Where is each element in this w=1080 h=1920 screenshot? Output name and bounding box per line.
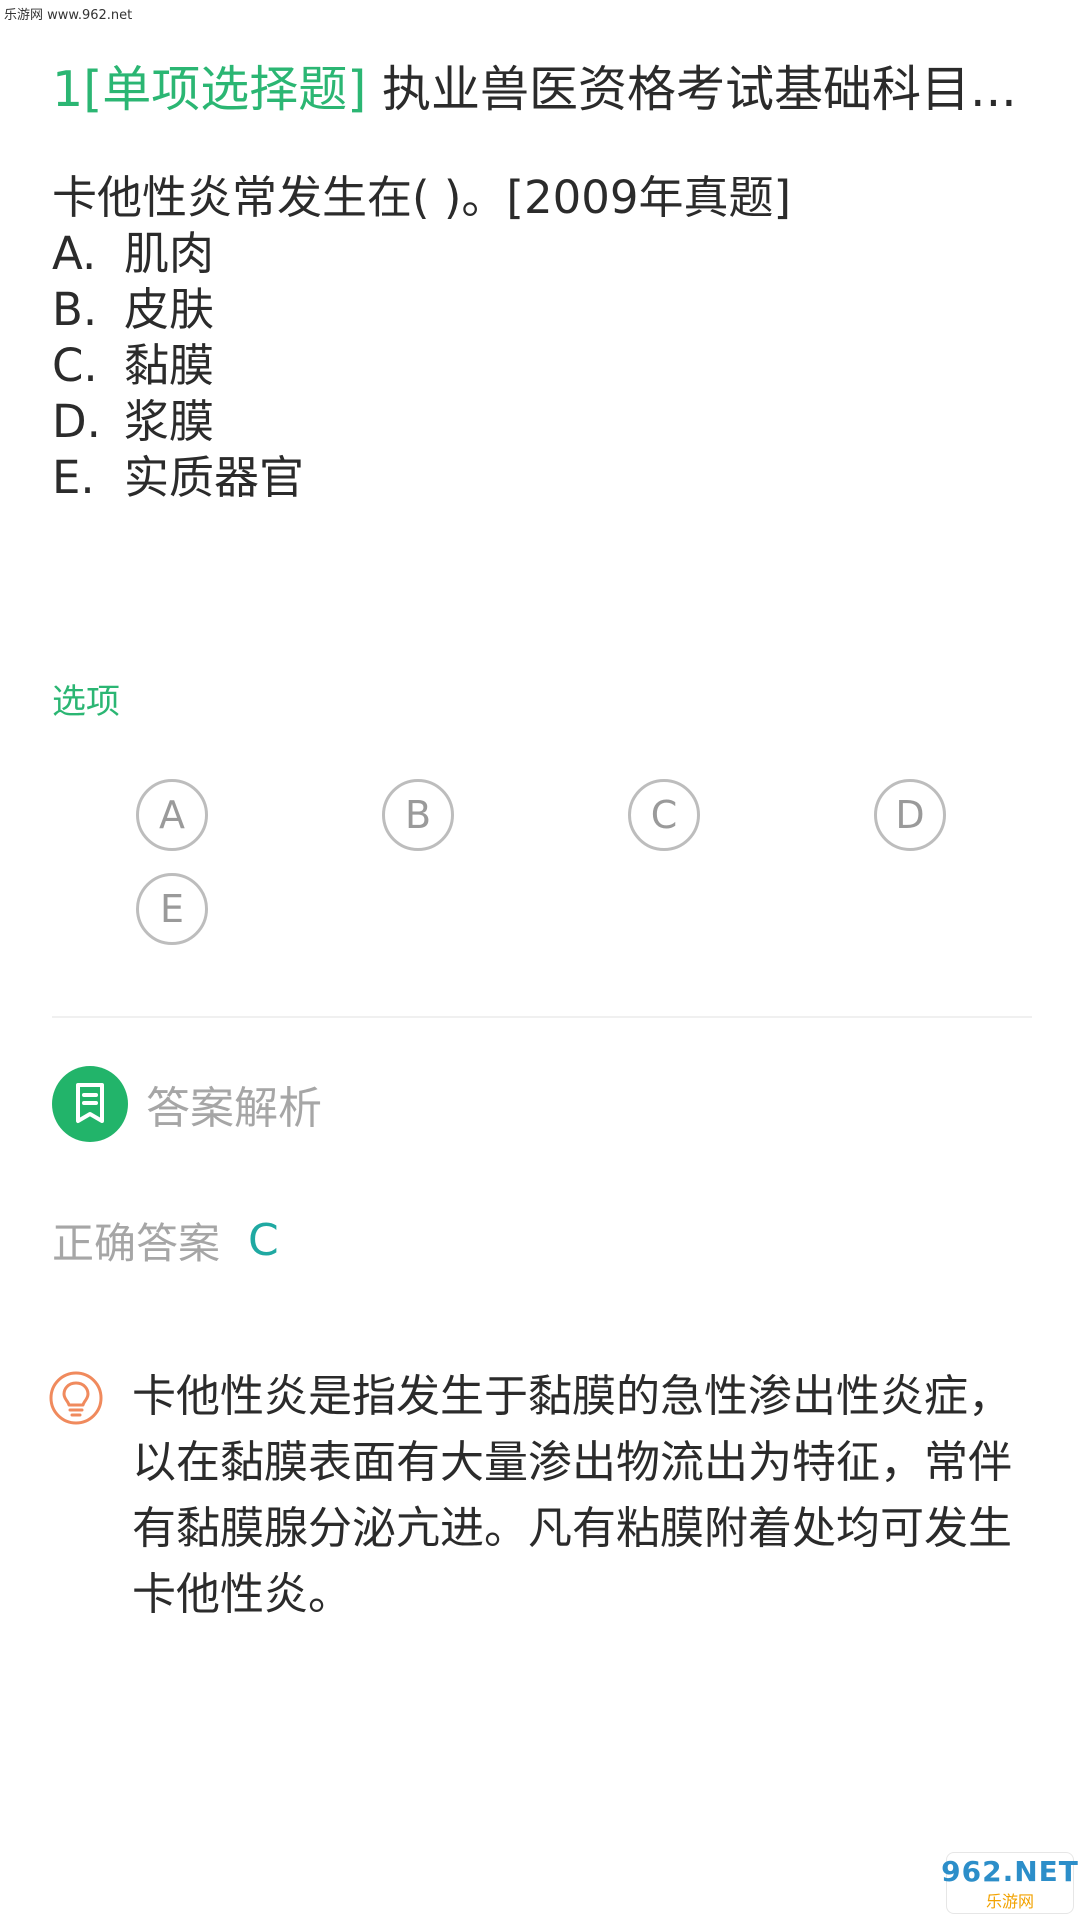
question-body: 卡他性炎常发生在( )。[2009年真题] A. 肌肉 B. 皮肤 C. 黏膜 D. 浆…: [52, 170, 1032, 506]
option-line-b: B. 皮肤: [52, 282, 1032, 338]
correct-answer-row: 正确答案 C: [52, 1210, 279, 1271]
choice-button-d[interactable]: D: [874, 779, 946, 851]
option-letter: A.: [52, 227, 97, 280]
option-letter: D.: [52, 395, 101, 448]
site-logo-watermark: 962.NET 乐游网: [941, 1852, 1078, 1914]
choice-button-e[interactable]: E: [136, 873, 208, 945]
question-stem: 卡他性炎常发生在( )。[2009年真题]: [52, 171, 792, 224]
question-type: [单项选择题]: [83, 61, 367, 118]
option-letter: B.: [52, 283, 98, 336]
option-text: 黏膜: [124, 339, 215, 392]
correct-answer-label: 正确答案: [52, 1219, 221, 1268]
analysis-header: 答案解析: [52, 1066, 322, 1142]
correct-answer-value: C: [248, 1215, 279, 1266]
exam-name: 执业兽医资格考试基础科目...: [366, 61, 1017, 118]
option-letter: C.: [52, 339, 98, 392]
document-icon: [52, 1066, 128, 1142]
explanation-text: 卡他性炎是指发生于黏膜的急性渗出性炎症，以在黏膜表面有大量渗出物流出为特征，常伴…: [132, 1371, 1012, 1620]
option-line-e: E. 实质器官: [52, 450, 1032, 506]
option-text: 浆膜: [124, 395, 215, 448]
option-text: 皮肤: [124, 283, 215, 336]
choice-button-c[interactable]: C: [628, 779, 700, 851]
question-title: 1[单项选择题] 执业兽医资格考试基础科目...: [52, 58, 1042, 122]
watermark-logo-subtext: 乐游网: [985, 1891, 1034, 1911]
option-line-a: A. 肌肉: [52, 226, 1032, 282]
analysis-title: 答案解析: [146, 1083, 322, 1134]
watermark-logo-text: 962.NET: [941, 1854, 1079, 1888]
lightbulb-icon: [48, 1370, 104, 1430]
question-number: 1: [52, 61, 84, 118]
option-line-c: C. 黏膜: [52, 338, 1032, 394]
options-section-label: 选项: [52, 682, 120, 722]
choice-button-a[interactable]: A: [136, 779, 208, 851]
site-watermark: 乐游网 www.962.net: [4, 8, 133, 23]
option-letter: E.: [52, 451, 95, 504]
option-line-d: D. 浆膜: [52, 394, 1032, 450]
option-text: 实质器官: [124, 451, 305, 504]
option-text: 肌肉: [124, 227, 215, 280]
explanation-block: 卡他性炎是指发生于黏膜的急性渗出性炎症，以在黏膜表面有大量渗出物流出为特征，常伴…: [48, 1364, 1038, 1628]
section-divider: [52, 1016, 1032, 1018]
choice-button-b[interactable]: B: [382, 779, 454, 851]
